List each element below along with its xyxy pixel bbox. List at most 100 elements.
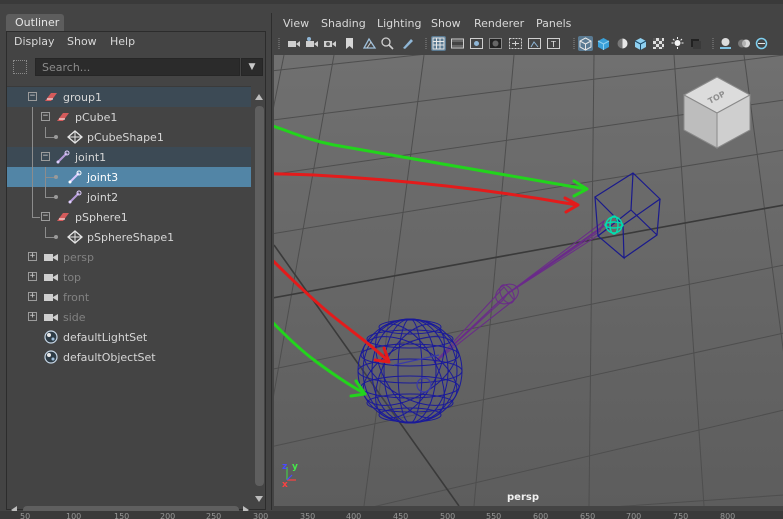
outliner-menubar: Display Show Help xyxy=(7,32,265,52)
expand-icon[interactable]: + xyxy=(28,292,37,301)
set-icon xyxy=(44,330,58,344)
outliner-frame: Display Show Help ▼ − group1 xyxy=(6,31,266,515)
menu-display[interactable]: Display xyxy=(14,35,55,48)
expand-icon[interactable]: + xyxy=(28,252,37,261)
ruler-tick: 700 xyxy=(626,512,642,519)
search-input[interactable] xyxy=(35,58,240,76)
menu-show[interactable]: Show xyxy=(67,35,97,48)
menu-renderer[interactable]: Renderer xyxy=(474,17,524,30)
3d-viewport[interactable]: TOP z y x persp xyxy=(274,55,783,506)
outliner-item-top[interactable]: + top xyxy=(7,267,251,287)
grid-icon[interactable] xyxy=(431,36,446,51)
screen-space-ao-icon[interactable] xyxy=(718,36,733,51)
default-lighting-icon[interactable] xyxy=(615,36,630,51)
outliner-item-side[interactable]: + side xyxy=(7,307,251,327)
collapse-icon[interactable]: − xyxy=(41,152,50,161)
safe-action-icon[interactable] xyxy=(527,36,542,51)
menu-help[interactable]: Help xyxy=(110,35,135,48)
scroll-down-icon[interactable] xyxy=(255,496,263,502)
outliner-item-persp[interactable]: + persp xyxy=(7,247,251,267)
camera-icon xyxy=(44,294,58,301)
camera-icon xyxy=(44,274,58,281)
outliner-vertical-scrollbar[interactable] xyxy=(253,86,265,506)
search-options-dropdown[interactable]: ▼ xyxy=(241,58,263,76)
mesh-shape-icon xyxy=(67,130,83,144)
maya-window: Outliner Display Show Help ▼ − group xyxy=(0,0,783,519)
outliner-item-label: pSphereShape1 xyxy=(87,231,175,244)
outliner-item-label: top xyxy=(63,271,82,284)
outliner-panel: Outliner Display Show Help ▼ − group xyxy=(6,14,266,515)
outliner-item-joint3[interactable]: joint3 xyxy=(7,167,251,187)
textured-icon[interactable] xyxy=(651,36,666,51)
select-camera-icon[interactable] xyxy=(286,36,301,51)
motion-blur-icon[interactable] xyxy=(737,36,752,51)
outliner-item-defaultobjectset[interactable]: defaultObjectSet xyxy=(7,347,251,367)
expand-icon[interactable]: + xyxy=(28,272,37,281)
outliner-item-psphereshape1[interactable]: pSphereShape1 xyxy=(7,227,251,247)
ruler-tick: 50 xyxy=(20,512,31,519)
outliner-item-joint2[interactable]: joint2 xyxy=(7,187,251,207)
outliner-item-label: side xyxy=(63,311,86,324)
outliner-item-pcube1[interactable]: − pCube1 xyxy=(7,107,251,127)
collapse-icon[interactable]: − xyxy=(41,112,50,121)
scroll-up-icon[interactable] xyxy=(255,94,263,100)
safe-title-icon[interactable]: T xyxy=(546,36,561,51)
svg-text:T: T xyxy=(550,40,556,49)
bookmark-camera-icon[interactable] xyxy=(322,36,337,51)
outliner-item-label: pCube1 xyxy=(75,111,118,124)
outliner-item-front[interactable]: + front xyxy=(7,287,251,307)
outliner-item-joint1[interactable]: − joint1 xyxy=(7,147,251,167)
use-all-lights-icon[interactable] xyxy=(670,36,685,51)
menu-view[interactable]: View xyxy=(283,17,309,30)
menu-lighting[interactable]: Lighting xyxy=(377,17,421,30)
scroll-thumb[interactable] xyxy=(255,106,264,486)
outliner-item-label: pSphere1 xyxy=(75,211,128,224)
drag-handle-icon[interactable] xyxy=(13,60,27,74)
wireframe-on-shaded-icon[interactable] xyxy=(633,36,648,51)
ruler-tick: 250 xyxy=(206,512,222,519)
transform-icon xyxy=(57,113,69,121)
film-gate-icon[interactable] xyxy=(450,36,465,51)
collapse-icon[interactable]: − xyxy=(28,92,37,101)
image-plane-icon[interactable] xyxy=(362,36,377,51)
transform-icon xyxy=(57,213,69,221)
collapse-icon[interactable]: − xyxy=(41,212,50,221)
outliner-item-pcubeshape1[interactable]: pCubeShape1 xyxy=(7,127,251,147)
menu-panels[interactable]: Panels xyxy=(536,17,571,30)
shadows-icon[interactable] xyxy=(688,36,703,51)
camera-attributes-icon[interactable] xyxy=(304,36,319,51)
outliner-tab[interactable]: Outliner xyxy=(6,14,64,32)
menu-show[interactable]: Show xyxy=(431,17,461,30)
time-ruler[interactable]: 50 100 150 200 250 300 350 400 450 500 5… xyxy=(0,511,783,519)
joint-icon xyxy=(56,150,70,164)
bookmark-icon[interactable] xyxy=(342,36,357,51)
outliner-tree: − group1 − pCube1 pCubeShape1 − joint1 j… xyxy=(7,86,251,494)
gate-mask-icon[interactable] xyxy=(488,36,503,51)
field-chart-icon[interactable] xyxy=(508,36,523,51)
outliner-item-label: front xyxy=(63,291,90,304)
title-strip xyxy=(0,0,783,4)
axis-z-label: z xyxy=(282,462,287,472)
outliner-item-psphere1[interactable]: − pSphere1 xyxy=(7,207,251,227)
menu-shading[interactable]: Shading xyxy=(321,17,366,30)
expand-icon[interactable]: + xyxy=(28,312,37,321)
outliner-item-label: joint2 xyxy=(87,191,119,204)
ruler-tick: 600 xyxy=(533,512,549,519)
camera-icon xyxy=(44,314,58,321)
perspective-scene[interactable]: TOP z y x xyxy=(274,55,783,506)
grease-pencil-icon[interactable] xyxy=(400,36,415,51)
joint-icon xyxy=(68,190,82,204)
outliner-item-group1[interactable]: − group1 xyxy=(7,87,251,107)
resolution-gate-icon[interactable] xyxy=(469,36,484,51)
viewport-menubar: View Shading Lighting Show Renderer Pane… xyxy=(272,13,783,35)
outliner-item-label: group1 xyxy=(63,91,102,104)
outliner-item-defaultlightset[interactable]: defaultLightSet xyxy=(7,327,251,347)
2d-pan-zoom-icon[interactable] xyxy=(380,36,395,51)
ruler-tick: 150 xyxy=(114,512,130,519)
smooth-shade-icon[interactable] xyxy=(596,36,611,51)
ruler-tick: 650 xyxy=(580,512,596,519)
outliner-item-label: joint3 xyxy=(87,171,119,184)
wireframe-icon[interactable] xyxy=(578,36,593,51)
anti-aliasing-icon[interactable] xyxy=(754,36,769,51)
outliner-item-label: defaultObjectSet xyxy=(63,351,156,364)
